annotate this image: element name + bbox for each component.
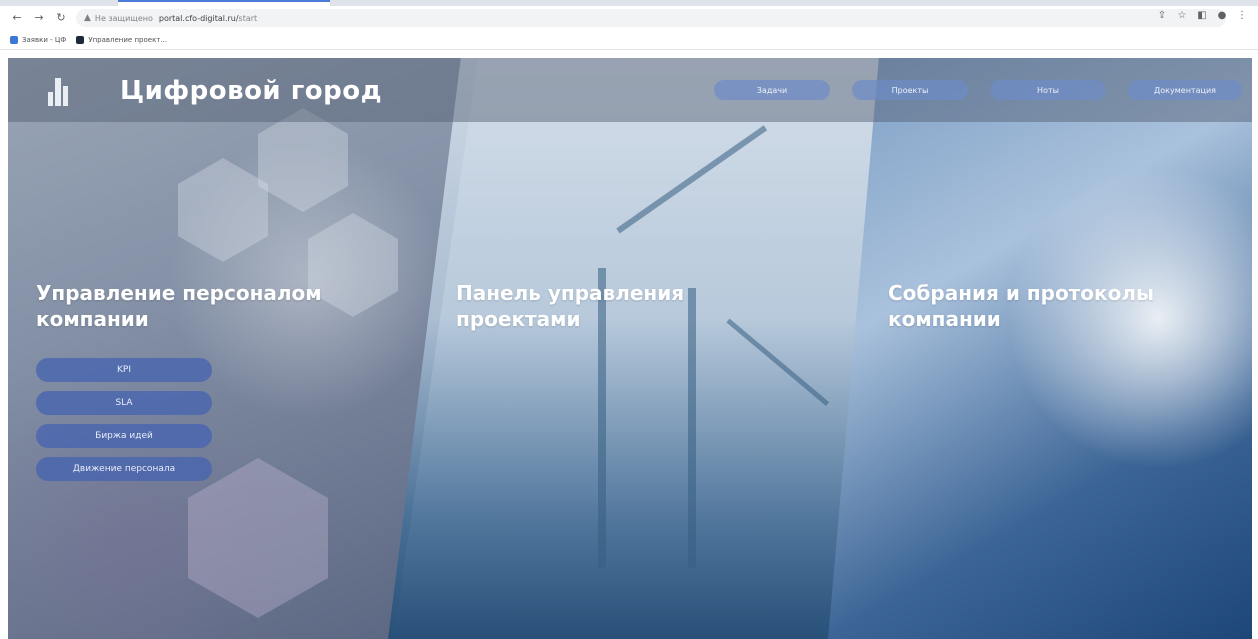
hexagon-decoration: [258, 108, 348, 212]
nav-notes-button[interactable]: Ноты: [990, 80, 1106, 100]
projects-section-title[interactable]: Панель управления проектами: [456, 280, 684, 332]
site-header: Цифровой город Задачи Проекты Ноты Докум…: [8, 58, 1252, 122]
crane-decoration: [726, 318, 830, 406]
reload-icon[interactable]: ↻: [54, 11, 68, 25]
nav-documentation-button[interactable]: Документация: [1128, 80, 1242, 100]
hr-section-title[interactable]: Управление персоналом компании: [36, 280, 322, 332]
bookmark-item[interactable]: Управление проект...: [76, 35, 168, 44]
warning-icon: ▲: [84, 13, 91, 23]
city-logo-icon[interactable]: [48, 78, 74, 106]
hr-button-group: KPI SLA Биржа идей Движение персонала: [36, 358, 212, 481]
back-arrow-icon[interactable]: ←: [10, 11, 24, 25]
security-label: Не защищено: [94, 13, 153, 23]
url-host: portal.cfo-digital.ru/: [158, 13, 239, 23]
hexagon-decoration: [188, 458, 328, 618]
extensions-icon[interactable]: ◧: [1196, 10, 1208, 21]
bookmarks-bar: Заявки - ЦФ Управление проект...: [0, 30, 1258, 50]
bookmark-star-icon[interactable]: ☆: [1176, 10, 1188, 21]
top-nav: Задачи Проекты Ноты Документация: [714, 80, 1242, 100]
sla-button[interactable]: SLA: [36, 391, 212, 415]
crane-decoration: [616, 125, 768, 234]
bookmark-favicon-icon: [76, 35, 85, 44]
staff-movement-button[interactable]: Движение персонала: [36, 457, 212, 481]
bookmark-label: Управление проект...: [88, 35, 168, 44]
site-title[interactable]: Цифровой город: [120, 76, 382, 106]
browser-toolbar: ← → ↻ ▲ Не защищено portal.cfo-digital.r…: [0, 6, 1258, 30]
url-path: start: [238, 13, 258, 23]
kpi-button[interactable]: KPI: [36, 358, 212, 382]
meetings-panel-background[interactable]: [828, 58, 1252, 639]
nav-tasks-button[interactable]: Задачи: [714, 80, 830, 100]
page-viewport: Цифровой город Задачи Проекты Ноты Докум…: [8, 58, 1252, 639]
share-icon[interactable]: ⇪: [1156, 10, 1168, 21]
meetings-section-title[interactable]: Собрания и протоколы компании: [888, 280, 1154, 332]
forward-arrow-icon[interactable]: →: [32, 11, 46, 25]
menu-kebab-icon[interactable]: ⋮: [1236, 10, 1248, 21]
address-bar[interactable]: ▲ Не защищено portal.cfo-digital.ru/star…: [76, 9, 1226, 27]
bookmark-label: Заявки - ЦФ: [22, 35, 67, 44]
bookmark-item[interactable]: Заявки - ЦФ: [10, 35, 67, 44]
profile-icon[interactable]: ●: [1216, 10, 1228, 21]
projects-panel-background[interactable]: [388, 58, 908, 639]
bookmark-favicon-icon: [10, 35, 18, 44]
nav-projects-button[interactable]: Проекты: [852, 80, 968, 100]
hexagon-decoration: [178, 158, 268, 262]
ideas-exchange-button[interactable]: Биржа идей: [36, 424, 212, 448]
crane-decoration: [688, 288, 696, 568]
